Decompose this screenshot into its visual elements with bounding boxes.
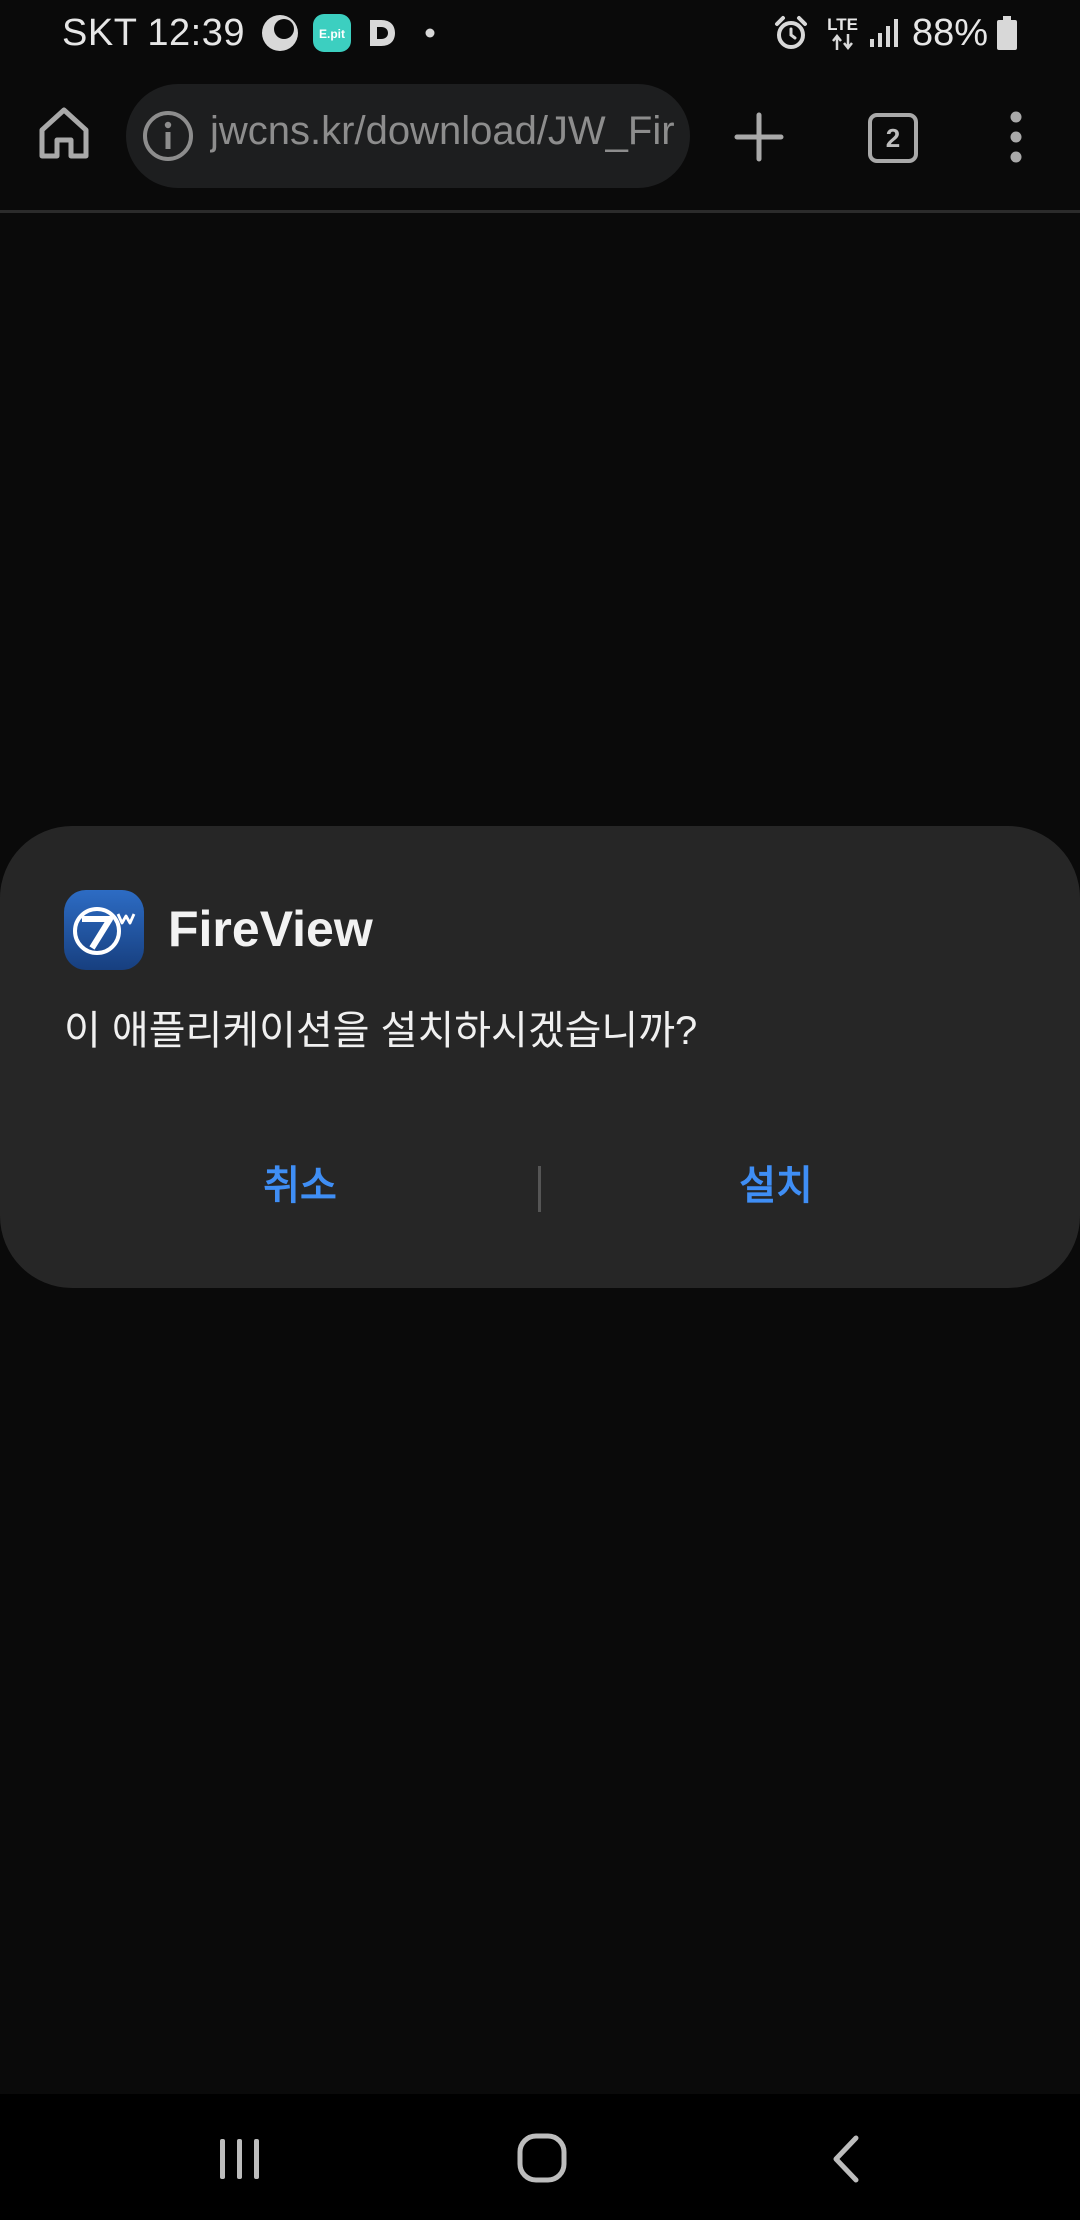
network-type: LTE bbox=[827, 14, 858, 34]
fireview-app-icon bbox=[64, 890, 144, 970]
new-tab-button[interactable] bbox=[732, 110, 786, 169]
back-button[interactable] bbox=[826, 2134, 866, 2189]
home-icon bbox=[39, 107, 89, 159]
install-dialog: FireView 이 애플리케이션을 설치하시겠습니까? 취소 설치 bbox=[0, 826, 1080, 1288]
back-arrow-icon bbox=[833, 2135, 859, 2183]
plus-icon bbox=[734, 112, 784, 162]
browser-toolbar: jwcns.kr/download/JW_FireView.apk 2 bbox=[0, 66, 1080, 213]
signal-icon bbox=[868, 17, 900, 49]
recent-apps-icon bbox=[220, 2139, 259, 2179]
status-left: SKT 12:39 E.pit bbox=[62, 8, 435, 58]
dialog-message: 이 애플리케이션을 설치하시겠습니까? bbox=[64, 1009, 698, 1053]
tab-count: 2 bbox=[885, 122, 901, 153]
cancel-button[interactable]: 취소 bbox=[160, 1156, 440, 1216]
alarm-icon bbox=[773, 15, 809, 51]
nav-home-button[interactable] bbox=[516, 2132, 568, 2189]
lte-indicator: LTE bbox=[827, 16, 858, 51]
home-button[interactable] bbox=[34, 102, 94, 167]
data-arrows-icon bbox=[831, 33, 853, 50]
clock: 12:39 bbox=[147, 11, 245, 54]
tab-switcher-button[interactable]: 2 bbox=[868, 113, 918, 163]
url-text[interactable]: jwcns.kr/download/JW_FireView.apk bbox=[210, 109, 676, 154]
battery-icon bbox=[996, 16, 1018, 50]
recent-apps-button[interactable] bbox=[215, 2134, 265, 2189]
address-bar[interactable]: jwcns.kr/download/JW_FireView.apk bbox=[126, 84, 690, 188]
button-divider bbox=[538, 1166, 541, 1212]
status-right: LTE 88% bbox=[759, 8, 1018, 58]
menu-button[interactable] bbox=[1004, 110, 1028, 169]
install-button[interactable]: 설치 bbox=[636, 1156, 916, 1216]
carrier-label: SKT bbox=[62, 11, 138, 54]
epit-app-icon: E.pit bbox=[313, 14, 351, 52]
epit-label: E.pit bbox=[319, 27, 345, 41]
home-circle-icon bbox=[517, 2133, 567, 2183]
more-vertical-icon bbox=[1010, 111, 1022, 163]
more-dot-icon bbox=[425, 28, 435, 38]
navigation-bar bbox=[0, 2094, 1080, 2220]
battery-level: 88% bbox=[911, 11, 988, 54]
site-info-icon[interactable] bbox=[142, 110, 194, 167]
moon-icon bbox=[261, 14, 299, 52]
dialog-title: FireView bbox=[168, 901, 373, 957]
status-bar: SKT 12:39 E.pit LTE 88% bbox=[0, 0, 1080, 66]
d-app-icon bbox=[367, 18, 397, 48]
